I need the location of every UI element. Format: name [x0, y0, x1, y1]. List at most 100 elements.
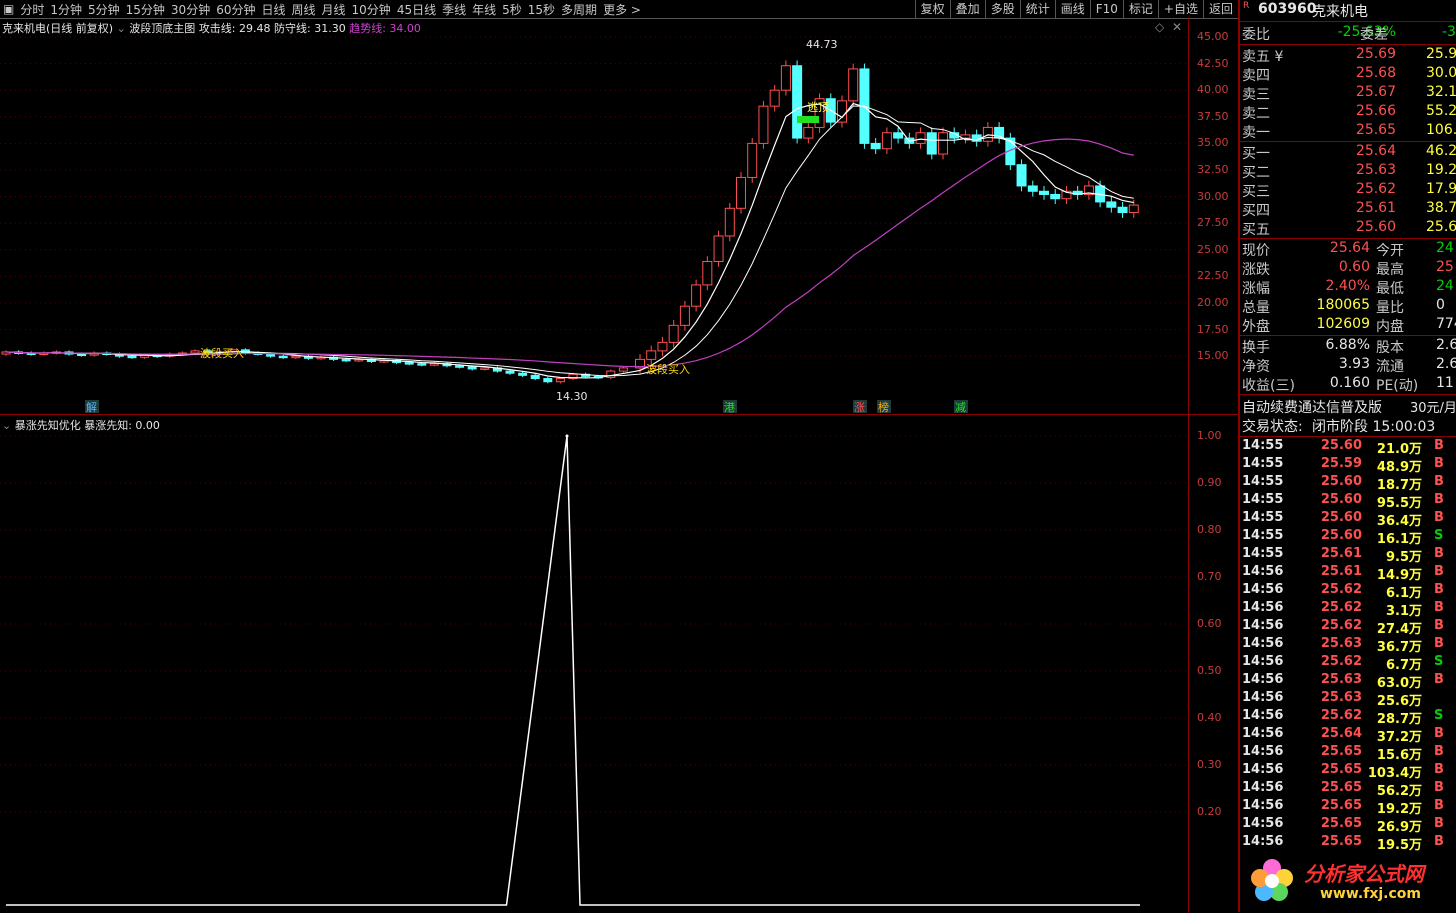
- toolbar-action-button[interactable]: 标记: [1122, 0, 1158, 18]
- tick-side: B: [1434, 726, 1444, 741]
- ask-row[interactable]: 卖三 25.67 32.1: [1240, 84, 1456, 103]
- tick-time: 14:56: [1242, 672, 1284, 687]
- candle-body: [404, 362, 414, 365]
- low-price-label: 14.30: [556, 390, 588, 403]
- period-tab[interactable]: 多周期: [558, 1, 600, 18]
- stock-title-row: R 603960 克来机电: [1240, 1, 1456, 20]
- stat-row: 换手 6.88% 股本 2.63: [1240, 337, 1456, 356]
- tick-price: 25.65: [1320, 798, 1362, 813]
- period-tab[interactable]: 5分钟: [85, 1, 123, 18]
- tick-volume: 28.7万: [1376, 712, 1422, 727]
- book-volume: 17.9: [1426, 181, 1456, 197]
- candle-body: [505, 370, 515, 374]
- period-tab[interactable]: 60分钟: [213, 1, 258, 18]
- promo-text[interactable]: 自动续费通达信普及版: [1242, 397, 1382, 417]
- period-tab[interactable]: 10分钟: [349, 1, 394, 18]
- tick-volume: 9.5万: [1385, 550, 1422, 565]
- axis-tick-label: 1.00: [1197, 429, 1222, 442]
- period-tab[interactable]: 季线: [439, 1, 469, 18]
- tick-price: 25.60: [1320, 492, 1362, 507]
- toolbar-action-button[interactable]: 返回: [1202, 0, 1238, 18]
- book-label: 买四: [1242, 203, 1270, 219]
- period-tab[interactable]: 月线: [319, 1, 349, 18]
- book-volume: 46.2: [1426, 143, 1456, 159]
- candle-body: [769, 89, 780, 107]
- promo-row[interactable]: 自动续费通达信普及版 30元/月: [1240, 397, 1456, 416]
- bid-row[interactable]: 买二 25.63 19.2: [1240, 162, 1456, 181]
- candle-body: [713, 235, 724, 263]
- period-tab[interactable]: 日线: [258, 1, 288, 18]
- tick-time: 14:55: [1242, 474, 1284, 489]
- toolbar-actions: 复权 叠加 多股 统计 画线 F10 标记 +自选 返回: [914, 0, 1238, 18]
- tick-volume: 36.4万: [1376, 514, 1422, 529]
- bid-row[interactable]: 买三 25.62 17.9: [1240, 181, 1456, 200]
- ask-row[interactable]: 卖二 25.66 55.2: [1240, 103, 1456, 122]
- bid-row[interactable]: 买五 25.60 25.6: [1240, 219, 1456, 238]
- book-price: 25.65: [1355, 122, 1396, 138]
- tick-row: 14:56 25.61 14.9万 B: [1240, 564, 1456, 583]
- candle-body: [467, 366, 477, 370]
- tick-price: 25.60: [1320, 528, 1362, 543]
- tick-price: 25.60: [1320, 438, 1362, 453]
- tick-side: B: [1434, 582, 1444, 597]
- status-label: 交易状态:: [1242, 419, 1303, 435]
- tick-price: 25.65: [1320, 834, 1362, 849]
- tick-volume: 37.2万: [1376, 730, 1422, 745]
- candle-body: [736, 176, 746, 209]
- candle-body: [530, 374, 540, 380]
- tick-row: 14:56 25.62 6.1万 B: [1240, 582, 1456, 601]
- tick-price: 25.61: [1320, 546, 1362, 561]
- tick-row: 14:56 25.65 26.9万 B: [1240, 816, 1456, 835]
- tick-volume: 27.4万: [1376, 622, 1422, 637]
- stat-label: 换手: [1242, 340, 1270, 356]
- axis-tick-label: 0.70: [1197, 570, 1222, 583]
- ask-row[interactable]: 卖一 25.65 106.4: [1240, 122, 1456, 141]
- toolbar-action-button[interactable]: 统计: [1019, 0, 1055, 18]
- tick-volume: 19.2万: [1376, 802, 1422, 817]
- ask-row[interactable]: 卖四 25.68 30.0: [1240, 65, 1456, 84]
- period-tab[interactable]: 分时: [17, 1, 47, 18]
- candle-body: [915, 132, 926, 144]
- toolbar-action-button[interactable]: +自选: [1157, 0, 1203, 18]
- book-price: 25.66: [1355, 103, 1396, 119]
- period-tab[interactable]: 5秒: [499, 1, 525, 18]
- bid-row[interactable]: 买四 25.61 38.7: [1240, 200, 1456, 219]
- candle-body: [747, 142, 758, 178]
- candle-body: [555, 378, 565, 383]
- axis-tick-label: 42.50: [1197, 56, 1229, 70]
- promo-price[interactable]: 30元/月: [1410, 397, 1456, 416]
- period-tab[interactable]: 更多 >: [600, 1, 644, 18]
- toolbar-action-button[interactable]: 多股: [984, 0, 1020, 18]
- toolbar-action-button[interactable]: 画线: [1054, 0, 1090, 18]
- period-tab[interactable]: 30分钟: [168, 1, 213, 18]
- period-tab[interactable]: 1分钟: [47, 1, 85, 18]
- candle-body: [758, 105, 769, 144]
- period-tab[interactable]: 15分钟: [123, 1, 168, 18]
- candlestick-chart: 44.73逃顶波段买入波段买入14.30解港涨榜减: [0, 36, 1188, 414]
- candle-body: [127, 355, 137, 359]
- bid-row[interactable]: 买一 25.64 46.2: [1240, 143, 1456, 162]
- stat-value-2: 774: [1436, 316, 1456, 332]
- toolbar-menu-icon[interactable]: ▣: [0, 2, 17, 16]
- period-tab[interactable]: 周线: [289, 1, 319, 18]
- tick-time: 14:56: [1242, 654, 1284, 669]
- period-tab[interactable]: 45日线: [394, 1, 439, 18]
- toolbar-action-button[interactable]: 叠加: [949, 0, 985, 18]
- tick-price: 25.62: [1320, 582, 1362, 597]
- tick-volume: 18.7万: [1376, 478, 1422, 493]
- period-tab[interactable]: 年线: [469, 1, 499, 18]
- tick-volume: 14.9万: [1376, 568, 1422, 583]
- tick-time: 14:56: [1242, 708, 1284, 723]
- surge-line: [6, 435, 1140, 906]
- wc-label: 委差: [1360, 27, 1388, 43]
- tick-time: 14:55: [1242, 492, 1284, 507]
- tick-side: B: [1434, 798, 1444, 813]
- book-price: 25.61: [1355, 200, 1396, 216]
- candle-body: [618, 367, 628, 372]
- toolbar-action-button[interactable]: 复权: [914, 0, 950, 18]
- ask-row[interactable]: 卖五 ¥ 25.69 25.9: [1240, 46, 1456, 65]
- period-tab[interactable]: 15秒: [525, 1, 558, 18]
- candle-body: [1128, 204, 1139, 214]
- tick-price: 25.63: [1320, 636, 1362, 651]
- toolbar-action-button[interactable]: F10: [1089, 0, 1123, 18]
